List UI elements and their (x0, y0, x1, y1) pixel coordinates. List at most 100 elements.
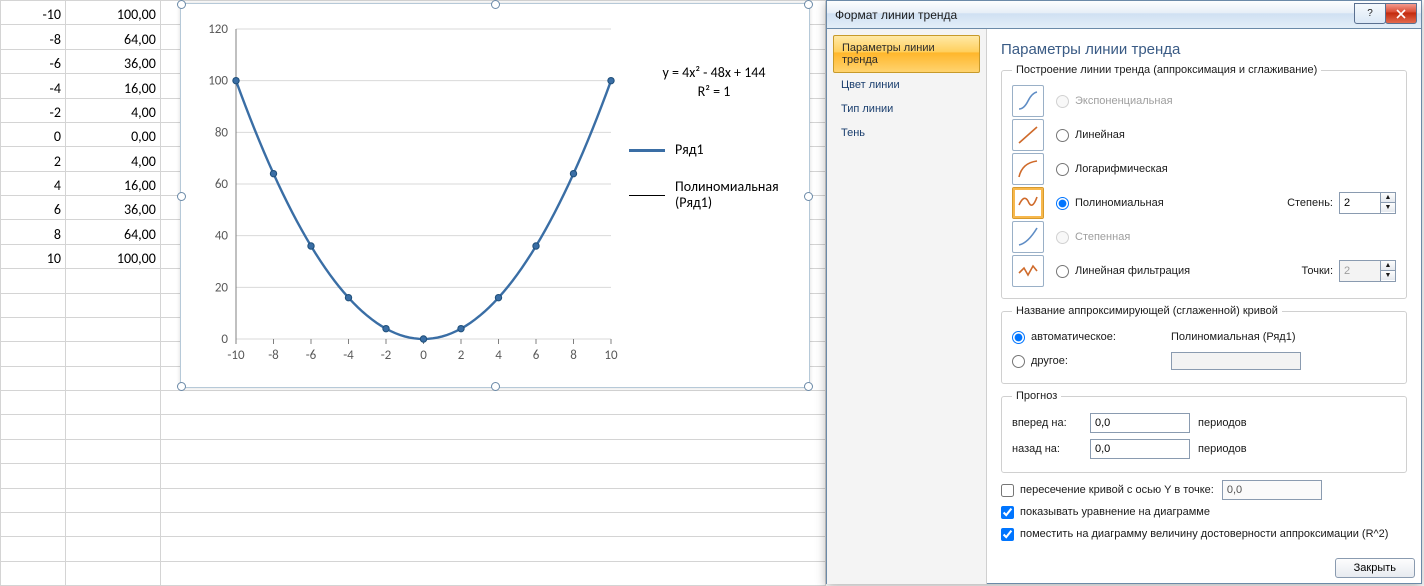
svg-text:8: 8 (570, 348, 577, 363)
dialog-titlebar[interactable]: Формат линии тренда ? (827, 1, 1421, 29)
fc-bwd-label: назад на: (1012, 443, 1082, 455)
ma-points-label: Точки: (1302, 265, 1333, 277)
label-name-other: другое: (1031, 355, 1151, 367)
chk-intercept[interactable] (1001, 484, 1014, 497)
chart-resize-handle[interactable] (804, 192, 813, 201)
exp-icon (1012, 85, 1044, 117)
chart-resize-handle[interactable] (177, 192, 186, 201)
name-other-input (1171, 352, 1301, 370)
svg-text:100: 100 (208, 74, 228, 89)
trendline-format-dialog: Формат линии тренда ? Параметры линии тр… (826, 0, 1422, 584)
group-forecast: Прогноз вперед на: периодов назад на: пе… (1001, 390, 1407, 473)
name-auto-value: Полиномиальная (Ряд1) (1171, 331, 1296, 343)
chart-resize-handle[interactable] (177, 382, 186, 391)
window-help-button[interactable]: ? (1354, 3, 1386, 24)
legend-swatch-series1 (629, 149, 665, 152)
radio-name-auto[interactable] (1012, 331, 1025, 344)
close-button[interactable]: Закрыть (1335, 558, 1415, 578)
nav-trend-params[interactable]: Параметры линии тренда (833, 35, 980, 73)
svg-text:20: 20 (215, 280, 229, 295)
nav-line-color[interactable]: Цвет линии (833, 73, 980, 97)
ma-up: ▲ (1381, 261, 1395, 271)
dialog-title: Формат линии тренда (835, 8, 957, 22)
svg-text:10: 10 (604, 348, 618, 363)
group-trend-name: Название аппроксимирующей (сглаженной) к… (1001, 305, 1407, 384)
fc-fwd-unit: периодов (1198, 417, 1247, 429)
label-ma: Линейная фильтрация (1075, 265, 1190, 277)
legend-entry-series1: Ряд1 (629, 142, 799, 159)
chart-resize-handle[interactable] (804, 382, 813, 391)
chart-resize-handle[interactable] (177, 0, 186, 9)
chart-plot: 0 20 40 60 80 100 120 -10 -8 -6 -4 -2 0 2 4 6 8 10 (191, 14, 621, 379)
fc-bwd-input[interactable] (1090, 439, 1190, 459)
degree-spinner[interactable]: ▲▼ (1339, 192, 1396, 214)
label-log: Логарифмическая (1075, 163, 1168, 175)
svg-text:40: 40 (215, 229, 229, 244)
group-trend-name-legend: Название аппроксимирующей (сглаженной) к… (1012, 305, 1282, 317)
degree-input[interactable] (1340, 193, 1380, 213)
radio-poly[interactable] (1056, 197, 1069, 210)
label-poly: Полиномиальная (1075, 197, 1164, 209)
svg-text:-8: -8 (268, 348, 279, 363)
radio-log[interactable] (1056, 163, 1069, 176)
equation-text: y = 4x² - 48x + 144 (629, 64, 799, 83)
svg-text:-6: -6 (306, 348, 317, 363)
radio-exp (1056, 95, 1069, 108)
group-trend-build-legend: Построение линии тренда (аппроксимация и… (1012, 64, 1321, 76)
nav-line-type[interactable]: Тип линии (833, 97, 980, 121)
poly-icon (1012, 187, 1044, 219)
label-show-r2: поместить на диаграмму величину достовер… (1020, 528, 1388, 540)
linear-icon (1012, 119, 1044, 151)
dialog-heading: Параметры линии тренда (1001, 41, 1407, 58)
fc-fwd-input[interactable] (1090, 413, 1190, 433)
chart-resize-handle[interactable] (804, 0, 813, 9)
degree-label: Степень: (1287, 197, 1333, 209)
ma-points-spinner: ▲▼ (1339, 260, 1396, 282)
ma-points-input (1340, 261, 1380, 281)
legend-label-series1: Ряд1 (675, 142, 704, 159)
fc-fwd-label: вперед на: (1012, 417, 1082, 429)
label-name-auto: автоматическое: (1031, 331, 1151, 343)
intercept-input (1222, 480, 1322, 500)
label-exp: Экспоненциальная (1075, 95, 1173, 107)
svg-text:4: 4 (495, 348, 502, 363)
chart-resize-handle[interactable] (491, 382, 500, 391)
radio-power (1056, 231, 1069, 244)
degree-up[interactable]: ▲ (1381, 193, 1395, 203)
svg-text:2: 2 (458, 348, 465, 363)
fc-bwd-unit: периодов (1198, 443, 1247, 455)
degree-down[interactable]: ▼ (1381, 203, 1395, 212)
radio-name-other[interactable] (1012, 355, 1025, 368)
group-trend-build: Построение линии тренда (аппроксимация и… (1001, 64, 1407, 299)
svg-text:-10: -10 (227, 348, 245, 363)
chk-show-eq[interactable] (1001, 506, 1014, 519)
dialog-nav: Параметры линии тренда Цвет линии Тип ли… (827, 29, 987, 584)
svg-text:0: 0 (420, 348, 427, 363)
window-close-button[interactable] (1385, 3, 1417, 24)
svg-text:80: 80 (215, 125, 229, 140)
nav-shadow[interactable]: Тень (833, 121, 980, 145)
svg-text:0: 0 (221, 332, 228, 347)
legend-swatch-trend (629, 195, 665, 196)
svg-text:120: 120 (208, 22, 228, 37)
power-icon (1012, 221, 1044, 253)
svg-text:-4: -4 (343, 348, 354, 363)
svg-text:60: 60 (215, 177, 229, 192)
chart-container[interactable]: 0 20 40 60 80 100 120 -10 -8 -6 -4 -2 0 2 4 6 8 10 y = 4x… (180, 3, 810, 388)
chart-resize-handle[interactable] (491, 0, 500, 9)
svg-text:6: 6 (533, 348, 540, 363)
chk-show-r2[interactable] (1001, 528, 1014, 541)
trendline-equation: y = 4x² - 48x + 144 R² = 1 (629, 64, 799, 102)
radio-linear[interactable] (1056, 129, 1069, 142)
ma-icon (1012, 255, 1044, 287)
r-squared-text: R² = 1 (629, 83, 799, 102)
radio-ma[interactable] (1056, 265, 1069, 278)
ma-down: ▼ (1381, 271, 1395, 280)
label-show-eq: показывать уравнение на диаграмме (1020, 506, 1210, 518)
close-icon (1396, 9, 1406, 19)
svg-text:-2: -2 (381, 348, 392, 363)
legend-label-trend: Полиномиальная(Ряд1) (675, 179, 779, 213)
label-intercept: пересечение кривой с осью Y в точке: (1020, 484, 1214, 496)
group-forecast-legend: Прогноз (1012, 390, 1061, 402)
log-icon (1012, 153, 1044, 185)
